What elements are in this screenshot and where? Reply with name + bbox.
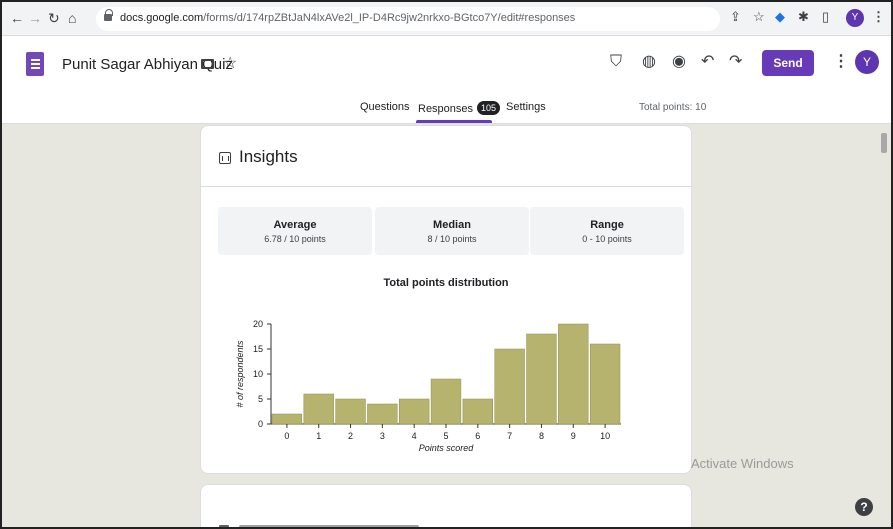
stat-label: Average bbox=[273, 219, 317, 231]
histogram-bar bbox=[526, 333, 557, 425]
y-axis-title: # of respondents bbox=[235, 340, 245, 408]
insights-header: Insights bbox=[201, 126, 691, 187]
y-tick-label: 15 bbox=[253, 344, 263, 354]
page-scrollbar[interactable] bbox=[881, 133, 887, 153]
home-icon[interactable]: ⌂ bbox=[68, 11, 76, 25]
more-options-icon[interactable]: ⋮ bbox=[833, 51, 849, 71]
histogram-bar bbox=[303, 393, 334, 425]
x-tick-label: 5 bbox=[443, 431, 448, 441]
responses-page[interactable]: Insights Average 6.78 / 10 points Median… bbox=[2, 125, 891, 527]
help-button[interactable]: ? bbox=[855, 498, 873, 516]
forms-header: Punit Sagar Abhiyan Quiz ☆ ⛉ ◍ ◉ ↶ ↷ Sen… bbox=[2, 36, 891, 124]
addon-icon[interactable]: ⛉ bbox=[610, 52, 622, 72]
tab-questions[interactable]: Questions bbox=[360, 101, 410, 113]
stat-value: 8 / 10 points bbox=[427, 234, 477, 244]
stat-label: Median bbox=[433, 219, 471, 231]
insights-card: Insights Average 6.78 / 10 points Median… bbox=[200, 125, 692, 474]
stat-median: Median 8 / 10 points bbox=[375, 207, 529, 255]
browser-toolbar: ← → ↻ ⌂ docs.google.com/forms/d/174rpZBt… bbox=[2, 2, 891, 36]
histogram-bar bbox=[367, 403, 398, 425]
histogram-bar bbox=[430, 378, 462, 425]
x-tick-label: 9 bbox=[571, 431, 576, 441]
redo-icon[interactable]: ↷ bbox=[729, 52, 742, 72]
chart-title: Total points distribution bbox=[383, 277, 509, 289]
x-tick-label: 6 bbox=[475, 431, 480, 441]
activate-windows-watermark: Activate Windows bbox=[691, 456, 794, 471]
histogram-bar bbox=[462, 398, 493, 425]
extension-icon[interactable]: ◆ bbox=[775, 10, 785, 24]
y-tick-label: 20 bbox=[253, 319, 263, 329]
histogram-bar bbox=[589, 343, 621, 425]
account-avatar[interactable]: Y bbox=[855, 50, 879, 74]
undo-icon[interactable]: ↶ bbox=[701, 52, 714, 72]
insights-chart-icon bbox=[219, 152, 231, 164]
star-icon[interactable]: ☆ bbox=[223, 53, 237, 73]
histogram-bar bbox=[335, 398, 366, 425]
histogram-bar bbox=[271, 413, 303, 425]
stat-value: 6.78 / 10 points bbox=[264, 234, 326, 244]
x-tick-label: 2 bbox=[348, 431, 353, 441]
stat-range: Range 0 - 10 points bbox=[530, 207, 684, 255]
browser-menu-icon[interactable]: ⋮ bbox=[872, 10, 885, 24]
card-icon bbox=[219, 525, 229, 527]
y-tick-label: 10 bbox=[253, 369, 263, 379]
share-icon[interactable]: ⇪ bbox=[730, 10, 741, 24]
tab-responses-label: Responses bbox=[418, 103, 474, 115]
send-button[interactable]: Send bbox=[762, 50, 814, 76]
tab-settings[interactable]: Settings bbox=[506, 101, 546, 113]
histogram-bar bbox=[558, 323, 589, 425]
browser-window: ← → ↻ ⌂ docs.google.com/forms/d/174rpZBt… bbox=[0, 0, 893, 529]
insights-title: Insights bbox=[239, 147, 298, 166]
x-tick-label: 3 bbox=[380, 431, 385, 441]
histogram-bar bbox=[399, 398, 430, 425]
bookmark-star-icon[interactable]: ☆ bbox=[753, 10, 765, 24]
back-icon[interactable]: ← bbox=[10, 11, 24, 25]
points-distribution-chart: 0 5 10 15 20 0 1 2 3 4 5 6 7 8 9 10 Points scored # of re… bbox=[235, 319, 621, 453]
stat-label: Range bbox=[590, 219, 624, 231]
folder-icon[interactable] bbox=[201, 59, 214, 69]
reload-icon[interactable]: ↻ bbox=[48, 11, 60, 25]
lock-icon[interactable] bbox=[104, 9, 113, 22]
preview-eye-icon[interactable]: ◉ bbox=[672, 52, 686, 72]
address-bar[interactable]: docs.google.com/forms/d/174rpZBtJaN4lxAV… bbox=[96, 7, 720, 31]
browser-profile-avatar[interactable]: Y bbox=[846, 9, 864, 27]
stat-average: Average 6.78 / 10 points bbox=[218, 207, 372, 255]
x-tick-label: 10 bbox=[600, 431, 610, 441]
forms-logo-icon[interactable] bbox=[26, 52, 44, 76]
y-tick-label: 0 bbox=[258, 419, 263, 429]
x-tick-label: 1 bbox=[316, 431, 321, 441]
x-tick-label: 0 bbox=[284, 431, 289, 441]
puzzle-icon[interactable]: ✱ bbox=[798, 10, 809, 24]
next-card bbox=[200, 484, 692, 527]
card-heading-partial bbox=[239, 525, 419, 527]
tab-responses[interactable]: Responses 105 bbox=[418, 101, 501, 115]
total-points: Total points: 10 bbox=[639, 102, 707, 113]
x-axis-title: Points scored bbox=[419, 443, 475, 453]
y-tick-label: 5 bbox=[258, 394, 263, 404]
histogram-bar bbox=[494, 348, 525, 425]
stat-value: 0 - 10 points bbox=[582, 234, 632, 244]
active-tab-indicator bbox=[416, 120, 492, 123]
side-panel-icon[interactable]: ▯ bbox=[822, 10, 829, 24]
x-tick-label: 8 bbox=[539, 431, 544, 441]
palette-icon[interactable]: ◍ bbox=[642, 52, 656, 72]
response-count-badge: 105 bbox=[477, 101, 501, 115]
forward-icon[interactable]: → bbox=[28, 11, 42, 25]
x-tick-label: 7 bbox=[507, 431, 512, 441]
x-tick-label: 4 bbox=[412, 431, 417, 441]
url-text[interactable]: docs.google.com/forms/d/174rpZBtJaN4lxAV… bbox=[120, 12, 575, 24]
